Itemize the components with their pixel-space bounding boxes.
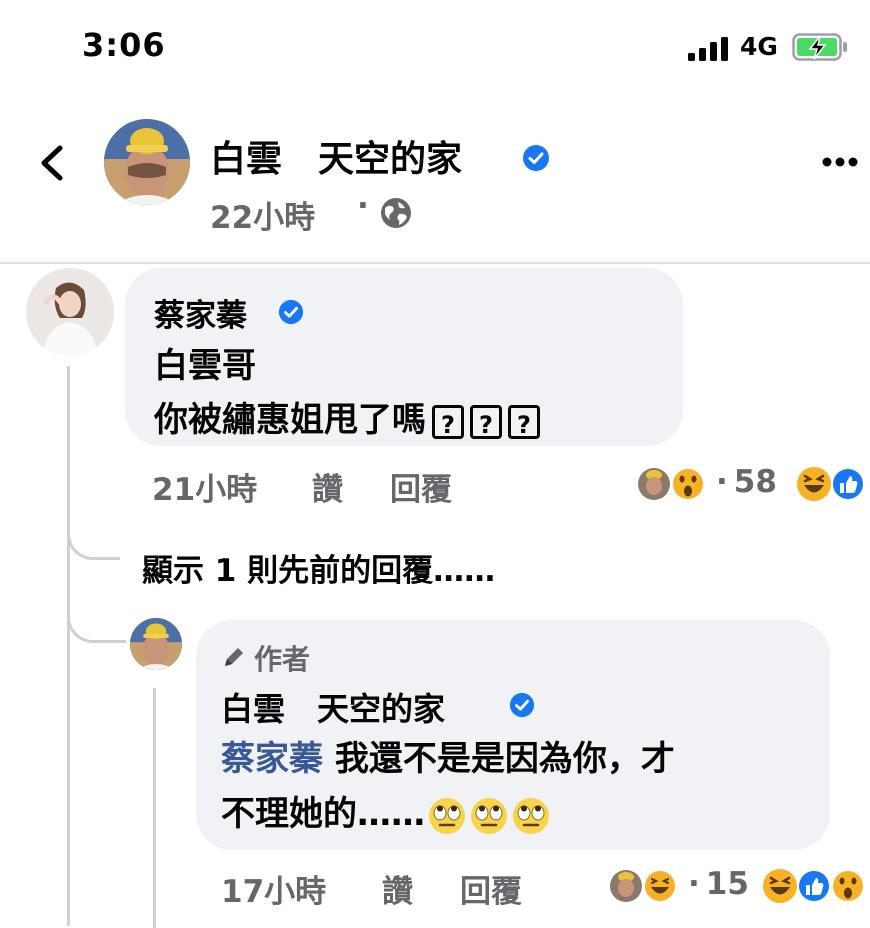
unknown-glyph: ? xyxy=(432,404,464,439)
separator-dot: · xyxy=(688,866,700,902)
reply-text: 不理她的…… xyxy=(221,794,425,834)
reaction-icons xyxy=(610,869,677,903)
separator-dot: · xyxy=(357,188,369,224)
comment-text: 你被繡惠姐甩了嗎 xyxy=(154,400,426,440)
haha-like-icons xyxy=(797,467,865,501)
page-avatar[interactable] xyxy=(104,119,190,205)
verified-icon xyxy=(509,692,535,718)
author-avatar-image xyxy=(130,618,182,670)
commenter-name[interactable]: 蔡家蓁 xyxy=(154,290,247,335)
back-icon[interactable] xyxy=(34,142,70,184)
network-type: 4G xyxy=(740,32,778,61)
eyeroll-emoji xyxy=(471,797,507,834)
reaction-count-value: 58 xyxy=(733,464,777,500)
more-icon[interactable] xyxy=(820,150,860,174)
author-avatar[interactable] xyxy=(130,618,182,670)
like-button[interactable]: 讚 xyxy=(312,464,343,509)
commenter-avatar-image xyxy=(26,268,114,356)
reply-author-name[interactable]: 白雲 天空的家 xyxy=(221,684,445,730)
thread-line xyxy=(67,366,70,926)
view-previous-replies-link[interactable]: 顯示 1 則先前的回覆…… xyxy=(142,545,495,590)
mention-link[interactable]: 蔡家蓁 xyxy=(221,739,323,779)
eyeroll-emoji xyxy=(429,797,465,834)
thread-connector xyxy=(67,598,126,643)
thread-connector xyxy=(67,515,120,560)
reaction-count-value: 15 xyxy=(705,866,749,902)
separator-dot: · xyxy=(716,464,728,500)
page-title[interactable]: 白雲 天空的家 xyxy=(210,130,462,182)
comment-text-line: 你被繡惠姐甩了嗎??? xyxy=(154,392,540,441)
reaction-count[interactable]: · 58 xyxy=(716,464,777,500)
globe-icon xyxy=(381,198,411,228)
like-button[interactable]: 讚 xyxy=(382,866,413,911)
reply-text-line: 蔡家蓁 我還不是是因為你，才 xyxy=(221,731,675,780)
page-avatar-image xyxy=(104,119,190,205)
reply-thread-line xyxy=(153,688,156,928)
comment-text-line: 白雲哥 xyxy=(154,346,256,386)
pencil-icon xyxy=(225,648,243,666)
reply-text: 我還不是是因為你，才 xyxy=(323,739,675,779)
status-time: 3:06 xyxy=(82,26,166,64)
reply-text-line: 不理她的…… xyxy=(221,786,551,836)
battery-charging-icon xyxy=(792,33,847,61)
haha-like-wow-icons xyxy=(763,869,865,903)
commenter-avatar[interactable] xyxy=(26,268,114,356)
post-timestamp[interactable]: 22小時 xyxy=(210,192,315,237)
unknown-glyph: ? xyxy=(470,404,502,439)
verified-icon xyxy=(523,145,549,171)
reply-timestamp[interactable]: 17小時 xyxy=(221,866,326,911)
reply-button[interactable]: 回覆 xyxy=(460,866,522,911)
header-divider xyxy=(0,262,870,264)
reaction-count[interactable]: · 15 xyxy=(688,866,749,902)
eyeroll-emoji xyxy=(513,797,549,834)
comment-timestamp[interactable]: 21小時 xyxy=(152,464,257,509)
author-badge: 作者 xyxy=(254,643,311,676)
verified-icon xyxy=(278,299,304,325)
signal-icon xyxy=(688,37,728,61)
reply-button[interactable]: 回覆 xyxy=(390,464,452,509)
unknown-glyph: ? xyxy=(508,404,540,439)
